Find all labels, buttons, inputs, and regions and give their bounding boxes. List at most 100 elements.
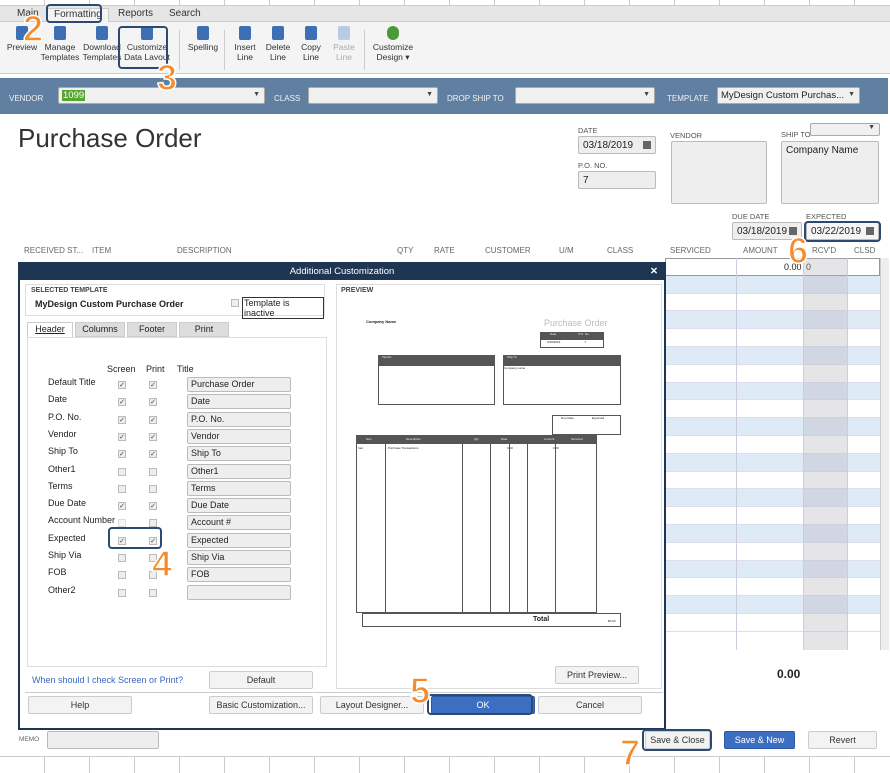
delete-line-button[interactable]: Delete Line bbox=[263, 26, 293, 62]
col-class[interactable]: CLASS bbox=[607, 246, 633, 255]
screen-checkbox[interactable] bbox=[118, 467, 126, 476]
col-um[interactable]: U/M bbox=[559, 246, 574, 255]
highlight-expected bbox=[804, 221, 881, 242]
print-checkbox[interactable]: ✓ bbox=[149, 381, 157, 389]
template-inactive-checkbox[interactable] bbox=[231, 299, 239, 307]
save-new-button[interactable]: Save & New bbox=[724, 731, 795, 749]
col-serviced[interactable]: SERVICED bbox=[670, 246, 711, 255]
preview-page: Company Name Purchase Order Date P.O. No.… bbox=[340, 297, 658, 652]
title-field[interactable] bbox=[187, 584, 291, 600]
ship-to-dropdown[interactable]: ▼ bbox=[810, 123, 880, 136]
manage-templates-button[interactable]: Manage Templates bbox=[40, 26, 80, 62]
po-field[interactable]: 7 bbox=[578, 171, 656, 189]
download-templates-button[interactable]: Download Templates bbox=[82, 26, 122, 62]
field-label: Default Title bbox=[48, 377, 96, 387]
title-field[interactable]: FOB bbox=[187, 567, 291, 583]
class-dropdown[interactable]: ▼ bbox=[308, 87, 438, 104]
col-description[interactable]: DESCRIPTION bbox=[177, 246, 232, 255]
print-preview-button[interactable]: Print Preview... bbox=[555, 666, 639, 684]
col-customer[interactable]: CUSTOMER bbox=[485, 246, 531, 255]
title-field[interactable]: Other1 bbox=[187, 463, 291, 479]
screen-checkbox[interactable]: ✓ bbox=[118, 432, 126, 441]
screen-checkbox[interactable] bbox=[118, 554, 126, 562]
insert-line-button[interactable]: Insert Line bbox=[230, 26, 260, 62]
drop-ship-dropdown[interactable]: ▼ bbox=[515, 87, 655, 104]
palette-icon bbox=[387, 26, 399, 40]
paste-line-button[interactable]: Paste Line bbox=[329, 26, 359, 62]
print-checkbox[interactable]: ✓ bbox=[149, 432, 157, 441]
ship-to-field[interactable]: Company Name bbox=[781, 141, 879, 204]
field-label: Date bbox=[48, 394, 68, 405]
template-icon bbox=[54, 26, 66, 40]
highlight-formatting bbox=[46, 4, 102, 23]
screen-checkbox[interactable]: ✓ bbox=[118, 450, 126, 459]
col-item[interactable]: ITEM bbox=[92, 246, 111, 255]
col-rate[interactable]: RATE bbox=[434, 246, 455, 255]
tab-reports[interactable]: Reports bbox=[118, 8, 153, 19]
col-received[interactable]: RECEIVED ST... bbox=[24, 246, 83, 255]
tab-footer[interactable]: Footer bbox=[127, 322, 177, 337]
field-label: FOB bbox=[48, 567, 67, 578]
preview-col-header: Amount bbox=[544, 437, 555, 441]
title-field[interactable]: Expected bbox=[187, 532, 291, 548]
print-checkbox[interactable] bbox=[149, 484, 157, 493]
spelling-button[interactable]: Spelling bbox=[186, 26, 220, 52]
cancel-button[interactable]: Cancel bbox=[538, 696, 642, 714]
title-field[interactable]: P.O. No. bbox=[187, 411, 291, 427]
screen-checkbox[interactable]: ✓ bbox=[118, 381, 126, 389]
print-checkbox[interactable]: ✓ bbox=[149, 398, 157, 407]
col-amount[interactable]: AMOUNT bbox=[743, 246, 778, 255]
col-clsd[interactable]: CLSD bbox=[854, 246, 875, 255]
title-field[interactable]: Terms bbox=[187, 480, 291, 496]
screen-checkbox[interactable]: ✓ bbox=[118, 415, 126, 424]
title-field[interactable]: Ship Via bbox=[187, 550, 291, 565]
chevron-down-icon: ▼ bbox=[253, 91, 260, 98]
print-checkbox[interactable] bbox=[149, 588, 157, 597]
revert-button[interactable]: Revert bbox=[808, 731, 877, 749]
close-icon[interactable]: ✕ bbox=[650, 264, 658, 280]
memo-field[interactable] bbox=[47, 731, 159, 749]
template-label: TEMPLATE bbox=[667, 94, 709, 103]
print-checkbox[interactable]: ✓ bbox=[149, 450, 157, 459]
vendor-address-field[interactable] bbox=[671, 141, 767, 204]
col-qty[interactable]: QTY bbox=[397, 246, 413, 255]
title-field[interactable]: Account # bbox=[187, 515, 291, 531]
screen-checkbox[interactable]: ✓ bbox=[118, 502, 126, 511]
po-label: P.O. NO. bbox=[578, 161, 608, 170]
title-field[interactable]: Purchase Order bbox=[187, 377, 291, 392]
title-field[interactable]: Ship To bbox=[187, 446, 291, 462]
title-field[interactable]: Date bbox=[187, 394, 291, 410]
tab-header[interactable]: Header bbox=[27, 322, 73, 337]
help-button[interactable]: Help bbox=[28, 696, 132, 714]
tab-search[interactable]: Search bbox=[169, 8, 201, 19]
print-checkbox[interactable] bbox=[149, 467, 157, 476]
title-field[interactable]: Due Date bbox=[187, 498, 291, 514]
scrollbar[interactable] bbox=[880, 258, 889, 650]
print-checkbox[interactable]: ✓ bbox=[149, 502, 157, 511]
chevron-down-icon: ▼ bbox=[848, 91, 855, 98]
tab-print[interactable]: Print bbox=[179, 322, 229, 337]
screen-or-print-help-link[interactable]: When should I check Screen or Print? bbox=[32, 675, 183, 685]
customize-design-button[interactable]: Customize Design ▾ bbox=[370, 26, 416, 62]
screen-checkbox[interactable] bbox=[118, 484, 126, 493]
field-label: Due Date bbox=[48, 498, 87, 509]
date-label: DATE bbox=[578, 126, 598, 135]
title-field[interactable]: Vendor bbox=[187, 428, 291, 444]
field-label: Ship To bbox=[48, 446, 78, 457]
print-checkbox[interactable]: ✓ bbox=[149, 415, 157, 424]
selected-template-box: SELECTED TEMPLATE MyDesign Custom Purcha… bbox=[25, 284, 325, 319]
date-field[interactable]: 03/18/2019 bbox=[578, 136, 656, 154]
copy-line-button[interactable]: Copy Line bbox=[296, 26, 326, 62]
field-label: Other2 bbox=[48, 584, 76, 595]
screen-checkbox[interactable]: ✓ bbox=[118, 398, 126, 407]
annotation-2: 2 bbox=[22, 8, 44, 49]
header-bar: VENDOR 1099 ▼ CLASS ▼ DROP SHIP TO ▼ TEMP… bbox=[0, 78, 888, 114]
tab-columns[interactable]: Columns bbox=[75, 322, 125, 337]
layout-designer-button[interactable]: Layout Designer... bbox=[320, 696, 424, 714]
col-rcvd[interactable]: RCV'D bbox=[812, 246, 836, 255]
screen-checkbox[interactable] bbox=[118, 571, 126, 580]
default-button[interactable]: Default bbox=[209, 671, 313, 689]
template-dropdown[interactable]: MyDesign Custom Purchas... ▼ bbox=[717, 87, 860, 104]
screen-checkbox[interactable] bbox=[118, 588, 126, 597]
basic-customization-button[interactable]: Basic Customization... bbox=[209, 696, 313, 714]
